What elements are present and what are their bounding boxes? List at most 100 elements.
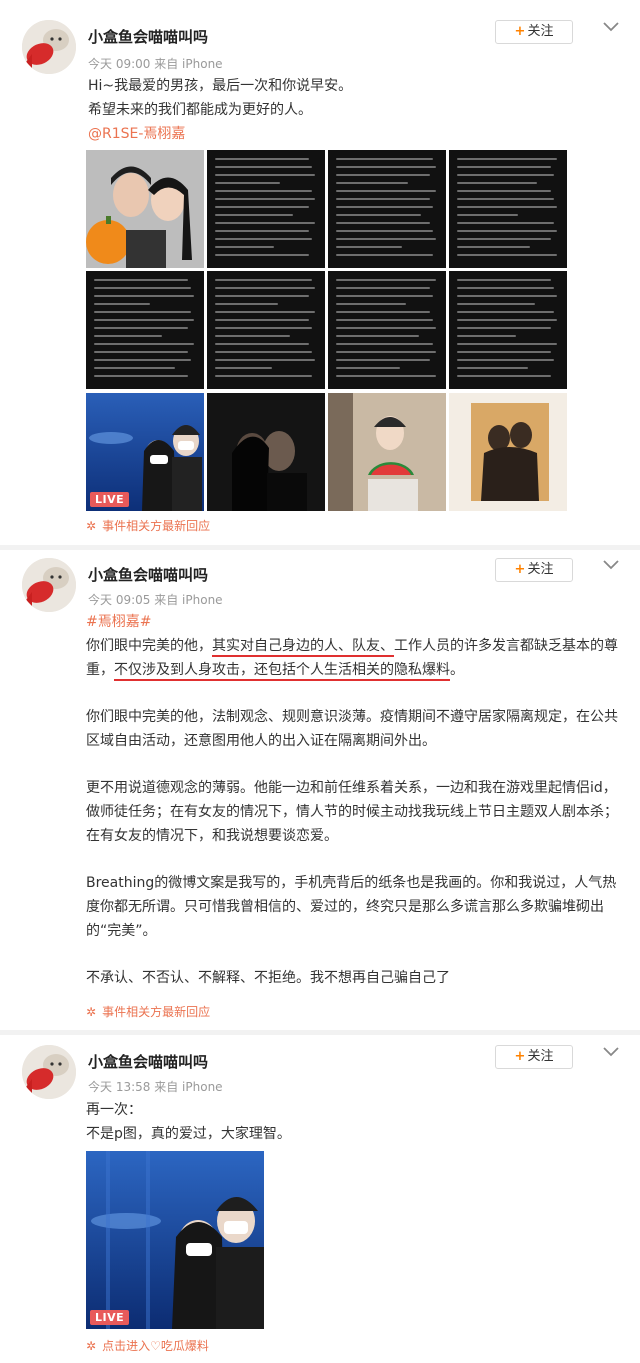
photo-thumbnail[interactable] bbox=[449, 393, 567, 511]
text-line bbox=[215, 254, 309, 256]
text-line bbox=[336, 343, 433, 345]
text-line bbox=[215, 158, 309, 160]
text-line bbox=[215, 319, 309, 321]
text-image-thumbnail[interactable] bbox=[449, 271, 567, 389]
live-photo-thumbnail[interactable]: LIVE bbox=[86, 1151, 264, 1329]
text-line bbox=[336, 375, 436, 377]
user-avatar[interactable] bbox=[22, 558, 76, 612]
post-paragraph-5: 不承认、不否认、不解释、不拒绝。我不想再自己骗自己了 bbox=[86, 970, 450, 986]
related-response-link[interactable]: ✲ 事件相关方最新回应 bbox=[86, 1003, 210, 1020]
text-line bbox=[94, 351, 188, 353]
post-time[interactable]: 今天 09:05 bbox=[88, 593, 150, 607]
text-line bbox=[457, 295, 557, 297]
user-avatar[interactable] bbox=[22, 20, 76, 74]
plus-icon: + bbox=[514, 562, 526, 577]
post-text: Hi~我最爱的男孩，最后一次和你说早安。 希望未来的我们都能成为更好的人。 @R… bbox=[88, 74, 618, 146]
text-line bbox=[94, 279, 188, 281]
text-line bbox=[457, 319, 557, 321]
text-line bbox=[336, 198, 430, 200]
post-line: 不是p图，真的爱过，大家理智。 bbox=[86, 1126, 291, 1142]
text-image-thumbnail[interactable] bbox=[449, 150, 567, 268]
text-image-thumbnail[interactable] bbox=[328, 271, 446, 389]
text-line bbox=[457, 182, 537, 184]
text-line bbox=[336, 311, 430, 313]
text-lines bbox=[457, 279, 559, 383]
text-lines bbox=[336, 279, 438, 383]
text-line bbox=[336, 359, 430, 361]
text-line bbox=[215, 375, 312, 377]
text-image-thumbnail[interactable] bbox=[207, 271, 325, 389]
text-line bbox=[94, 319, 194, 321]
text-line bbox=[215, 246, 275, 248]
follow-label: 关注 bbox=[527, 24, 554, 39]
live-photo-thumbnail[interactable]: LIVE bbox=[86, 393, 204, 511]
plus-icon: + bbox=[514, 1049, 526, 1064]
post-source: 来自 iPhone bbox=[154, 593, 223, 607]
text-line bbox=[457, 222, 554, 224]
username[interactable]: 小盒鱼会喵喵叫吗 bbox=[88, 564, 208, 585]
post-line: 再一次： bbox=[86, 1102, 142, 1118]
text-line bbox=[457, 359, 554, 361]
photo-thumbnail[interactable] bbox=[86, 150, 204, 268]
chevron-down-icon[interactable] bbox=[603, 1047, 619, 1057]
plus-icon: + bbox=[514, 24, 526, 39]
post-time[interactable]: 今天 13:58 bbox=[88, 1080, 150, 1094]
text-line bbox=[94, 375, 188, 377]
text-lines bbox=[94, 279, 196, 383]
text-line bbox=[215, 230, 309, 232]
post-time[interactable]: 今天 09:00 bbox=[88, 57, 150, 71]
text-line bbox=[94, 287, 191, 289]
live-badge: LIVE bbox=[90, 1310, 130, 1325]
post-meta: 今天 09:05 来自 iPhone bbox=[88, 591, 223, 608]
follow-button[interactable]: + 关注 bbox=[495, 558, 573, 582]
follow-button[interactable]: + 关注 bbox=[495, 1045, 573, 1069]
text-line bbox=[336, 254, 433, 256]
text-image-thumbnail[interactable] bbox=[207, 150, 325, 268]
text-line bbox=[94, 367, 175, 369]
username[interactable]: 小盒鱼会喵喵叫吗 bbox=[88, 1051, 208, 1072]
text-line bbox=[336, 166, 436, 168]
text-lines bbox=[457, 158, 559, 262]
text-line bbox=[94, 335, 163, 337]
follow-button[interactable]: + 关注 bbox=[495, 20, 573, 44]
hashtag-link[interactable]: #焉栩嘉# bbox=[86, 610, 620, 634]
photo-thumbnail[interactable] bbox=[328, 393, 446, 511]
mention-link[interactable]: @R1SE-焉栩嘉 bbox=[88, 122, 618, 146]
text-line bbox=[94, 359, 191, 361]
text-line bbox=[336, 319, 433, 321]
post-paragraph-4: Breathing的微博文案是我写的，手机壳背后的纸条也是我画的。你和我说过，人… bbox=[86, 875, 617, 939]
text-line bbox=[336, 287, 430, 289]
weibo-post-3: 小盒鱼会喵喵叫吗 今天 13:58 来自 iPhone + 关注 再一次： 不是p… bbox=[0, 1035, 640, 1363]
text-line bbox=[457, 166, 551, 168]
text-line bbox=[457, 367, 529, 369]
chevron-down-icon[interactable] bbox=[603, 560, 619, 570]
text-line bbox=[457, 214, 519, 216]
text-line bbox=[215, 343, 309, 345]
text-line bbox=[336, 158, 433, 160]
text-line bbox=[336, 182, 409, 184]
text-line bbox=[457, 279, 551, 281]
text-line bbox=[215, 182, 281, 184]
post-meta: 今天 13:58 来自 iPhone bbox=[88, 1078, 223, 1095]
text-image-thumbnail[interactable] bbox=[86, 271, 204, 389]
promo-link[interactable]: ✲ 点击进入♡吃瓜爆料 bbox=[86, 1337, 209, 1354]
username[interactable]: 小盒鱼会喵喵叫吗 bbox=[88, 26, 208, 47]
text-line bbox=[215, 166, 312, 168]
text-line bbox=[94, 303, 151, 305]
footnote-label: 事件相关方最新回应 bbox=[102, 1005, 211, 1019]
text-line bbox=[457, 198, 554, 200]
text-lines bbox=[215, 158, 317, 262]
post-meta: 今天 09:00 来自 iPhone bbox=[88, 55, 223, 72]
text-line bbox=[457, 158, 557, 160]
text-image-thumbnail[interactable] bbox=[328, 150, 446, 268]
text-span: 你们眼中完美的他， bbox=[86, 638, 212, 654]
text-lines bbox=[215, 279, 317, 383]
text-line bbox=[336, 351, 436, 353]
user-avatar[interactable] bbox=[22, 1045, 76, 1099]
text-line bbox=[336, 222, 430, 224]
text-line bbox=[457, 335, 517, 337]
follow-label: 关注 bbox=[527, 562, 554, 577]
photo-thumbnail[interactable] bbox=[207, 393, 325, 511]
related-response-link[interactable]: ✲ 事件相关方最新回应 bbox=[86, 517, 210, 534]
chevron-down-icon[interactable] bbox=[603, 22, 619, 32]
